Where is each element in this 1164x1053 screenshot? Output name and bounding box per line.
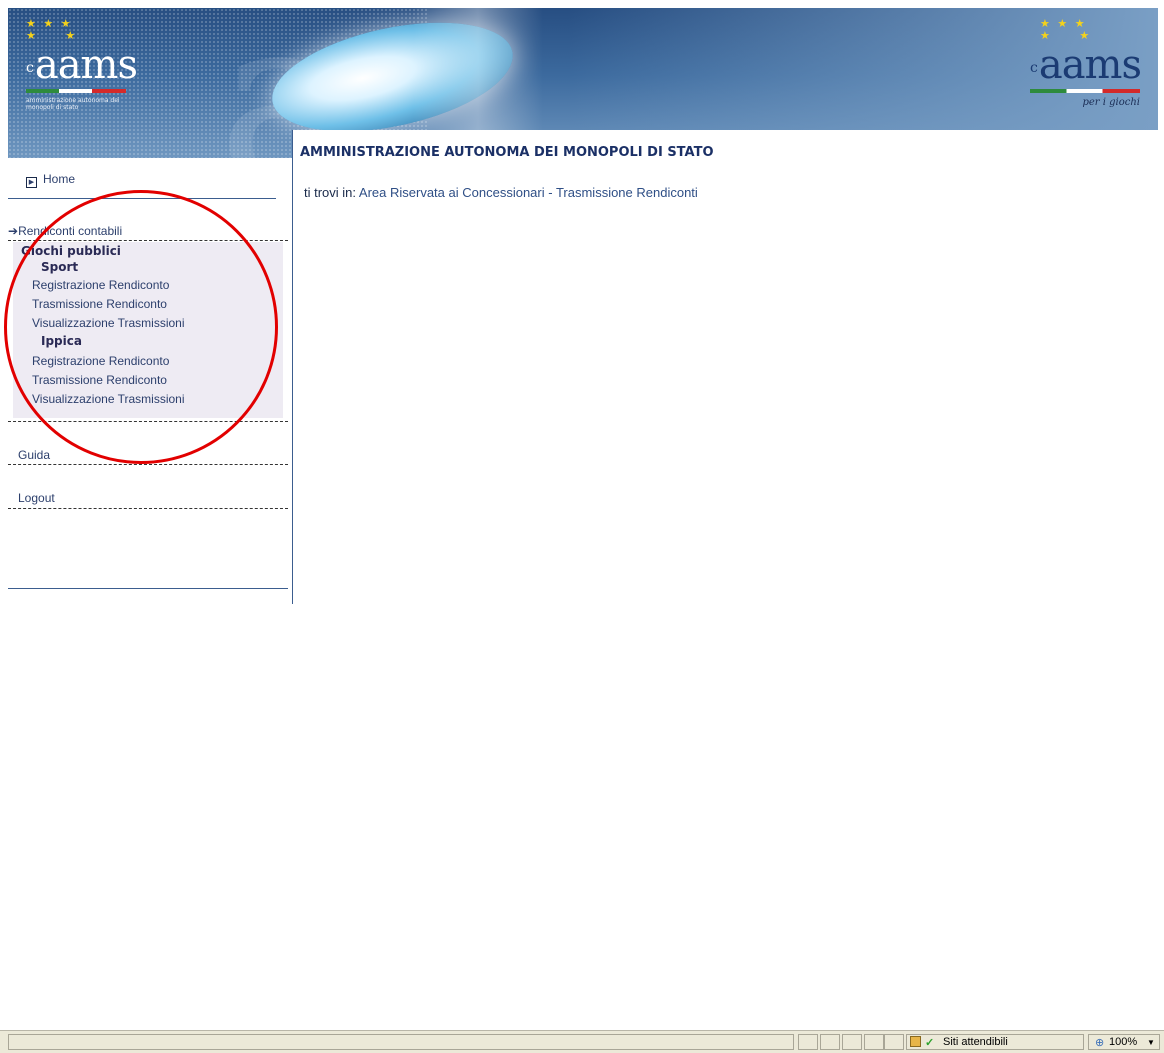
chevron-down-icon[interactable]: ▼ [1147,1038,1155,1047]
breadcrumb-link-area[interactable]: Area Riservata ai Concessionari [359,185,545,200]
dashed-divider [8,464,288,465]
security-zone-pane[interactable]: ✓ Siti attendibili [906,1034,1084,1050]
sidebar-item-home[interactable]: ▶ Home [26,172,286,188]
logo-right-tagline: per i giochi [1082,97,1140,108]
status-pane [864,1034,884,1050]
logo-right-text: aams [1038,42,1142,88]
arrow-right-icon: ➔ [8,224,19,238]
checkmark-icon: ✓ [925,1037,935,1049]
logo-flag-stripe [1030,89,1140,93]
logo-flag-stripe [26,89,126,93]
zoom-label: 100% [1109,1036,1138,1048]
status-pane [798,1034,818,1050]
browser-statusbar: ✓ Siti attendibili ⊕ 100% ▼ [0,1030,1164,1053]
status-text-pane [8,1034,794,1050]
logo-left-subtitle: amministrazione autonoma dei monopoli di… [26,97,120,111]
eu-stars-icon: ★ ★ ★ ★ ★ [26,17,78,42]
sidebar-item-logout[interactable]: Logout [18,491,298,505]
arrow-box-icon: ▶ [26,177,37,188]
dashed-divider [8,508,288,509]
page-title: AMMINISTRAZIONE AUTONOMA DEI MONOPOLI DI… [300,145,714,160]
status-pane [842,1034,862,1050]
logo-left-text: aams [34,42,138,88]
breadcrumb: ti trovi in: Area Riservata ai Concessio… [304,185,698,200]
status-pane [820,1034,840,1050]
breadcrumb-prefix: ti trovi in: [304,185,359,200]
breadcrumb-current: Trasmissione Rendiconti [555,185,698,200]
lock-icon [910,1036,921,1047]
zoom-control[interactable]: ⊕ 100% ▼ [1088,1034,1160,1050]
aams-logo-left[interactable]: ★ ★ ★ ★ ★ caams amministrazione autonoma … [26,17,138,128]
aams-logo-right[interactable]: ★ ★ ★ ★ ★ caams per i giochi [1030,17,1142,138]
annotation-circle [4,190,278,464]
vertical-divider [292,130,293,604]
divider [8,588,288,589]
status-pane [884,1034,904,1050]
home-label: Home [43,172,76,186]
breadcrumb-separator: - [544,185,556,200]
eu-stars-icon: ★ ★ ★ ★ ★ [1040,17,1092,42]
zoom-icon: ⊕ [1095,1037,1105,1049]
zone-label: Siti attendibili [943,1036,1008,1048]
